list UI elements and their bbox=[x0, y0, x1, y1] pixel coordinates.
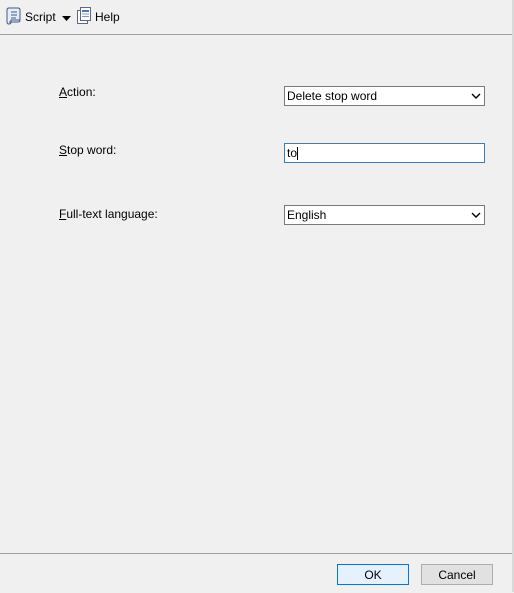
help-button[interactable]: Help bbox=[76, 6, 120, 28]
stop-word-input[interactable]: to bbox=[284, 143, 485, 163]
chevron-down-icon bbox=[61, 10, 71, 24]
form-panel: Action: Delete stop word Stop word: to F… bbox=[0, 35, 512, 553]
button-bar: OK Cancel bbox=[0, 553, 512, 593]
language-selected-value: English bbox=[287, 208, 327, 222]
chevron-down-icon bbox=[468, 93, 484, 99]
stop-word-label: Stop word: bbox=[59, 143, 117, 157]
chevron-down-icon bbox=[468, 212, 484, 218]
help-icon bbox=[76, 6, 92, 28]
script-icon bbox=[4, 7, 22, 28]
cancel-button[interactable]: Cancel bbox=[421, 564, 493, 585]
ok-button[interactable]: OK bbox=[337, 564, 409, 585]
stop-word-value: to bbox=[287, 146, 298, 160]
action-select[interactable]: Delete stop word bbox=[284, 86, 485, 106]
text-caret bbox=[297, 146, 299, 160]
action-selected-value: Delete stop word bbox=[287, 89, 378, 103]
full-text-language-label: Full-text language: bbox=[59, 207, 158, 221]
full-text-language-select[interactable]: English bbox=[284, 205, 485, 225]
script-dropdown-button[interactable] bbox=[60, 6, 72, 28]
script-label: Script bbox=[25, 10, 56, 24]
script-button[interactable]: Script bbox=[4, 6, 56, 28]
help-label: Help bbox=[95, 10, 120, 24]
action-label: Action: bbox=[59, 85, 96, 99]
toolbar: Script Help bbox=[0, 0, 512, 35]
